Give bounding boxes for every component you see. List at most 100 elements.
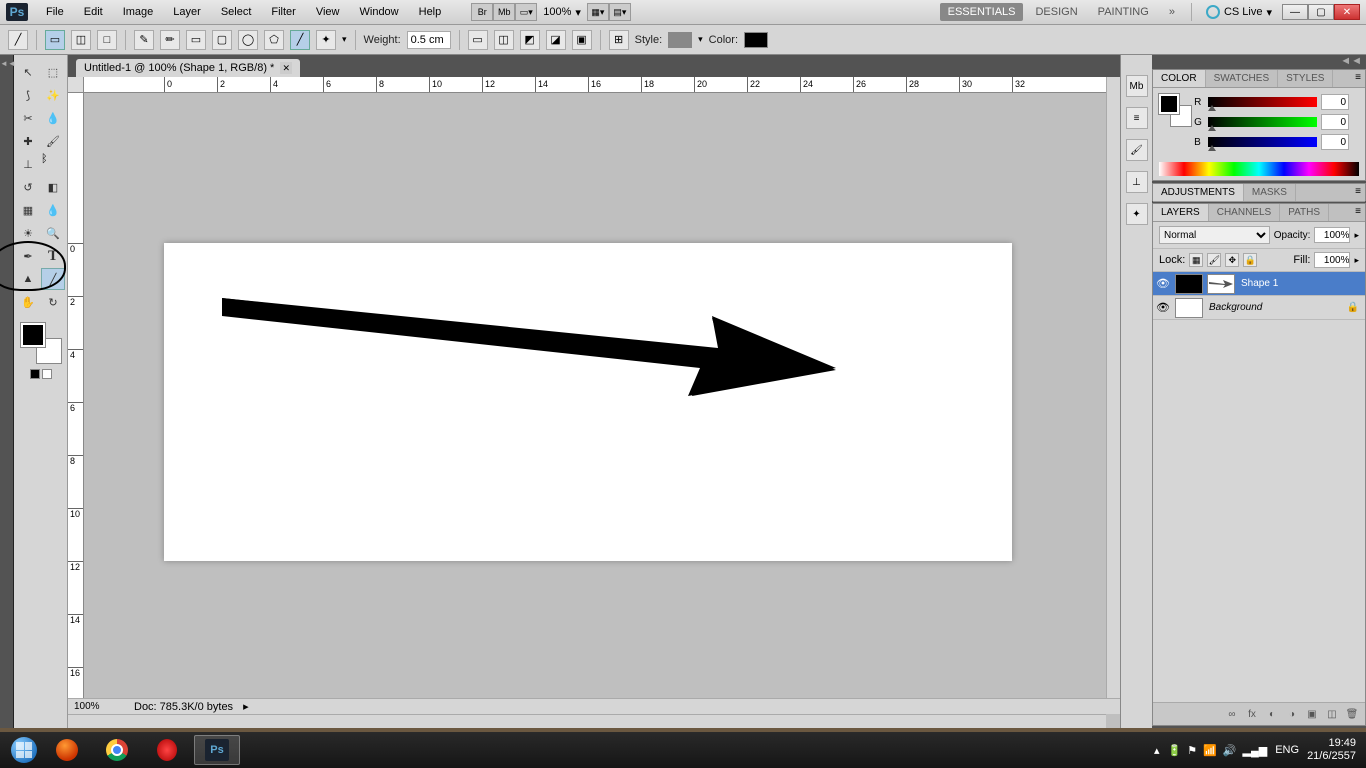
stamp-tool-icon[interactable]: ⊥ [16,153,40,175]
tab-adjustments[interactable]: ADJUSTMENTS [1153,184,1244,201]
color-spectrum[interactable] [1159,162,1359,176]
history-brush-tool-icon[interactable]: ↺ [16,176,40,198]
custom-shape-icon[interactable]: ✦ [316,30,336,50]
menu-help[interactable]: Help [409,2,452,22]
freeform-pen-icon[interactable]: ✏ [160,30,180,50]
workspace-design[interactable]: DESIGN [1027,3,1085,21]
taskbar-chrome-icon[interactable] [94,735,140,765]
g-slider[interactable] [1208,117,1317,127]
rounded-rect-icon[interactable]: ▢ [212,30,232,50]
polygon-shape-icon[interactable]: ⬠ [264,30,284,50]
brush-tool-icon[interactable]: 🖌 [41,130,65,152]
view-extras-icon[interactable]: ▤▾ [609,3,631,21]
blur-tool-icon[interactable]: 💧 [41,199,65,221]
layer-visibility-icon[interactable]: 👁 [1153,277,1173,290]
layer-mask-icon[interactable]: ◐ [1263,706,1281,722]
eyedropper-tool-icon[interactable]: 💧 [41,107,65,129]
adjustment-layer-icon[interactable]: ◑ [1283,706,1301,722]
zoom-level[interactable]: 100% ▾ [537,6,587,19]
path-select-tool-icon[interactable]: ▲ [16,268,40,290]
vertical-scrollbar[interactable] [1106,77,1120,714]
align-edges-icon[interactable]: ⊞ [609,30,629,50]
adjustments-panel-menu-icon[interactable]: ≡ [1351,184,1365,201]
combine-subtract-icon[interactable]: ◩ [520,30,540,50]
start-button[interactable] [6,735,42,765]
color-panel-menu-icon[interactable]: ≡ [1351,70,1365,87]
quick-mask-icons[interactable] [30,369,52,379]
line-tool-icon[interactable]: ╱ [41,268,65,290]
workspace-more[interactable]: » [1161,3,1183,21]
brush-panel-icon[interactable]: 🖌 [1126,139,1148,161]
workspace-essentials[interactable]: ESSENTIALS [940,3,1024,21]
foreground-background-colors[interactable] [21,323,61,363]
taskbar-firefox-icon[interactable] [44,735,90,765]
color-swatch[interactable] [744,32,768,48]
tab-paths[interactable]: PATHS [1280,204,1329,221]
new-layer-icon[interactable]: ◫ [1323,706,1341,722]
tab-styles[interactable]: STYLES [1278,70,1333,87]
link-layers-icon[interactable]: ∞ [1223,706,1241,722]
tab-layers[interactable]: LAYERS [1153,204,1209,221]
healing-tool-icon[interactable]: ✚ [16,130,40,152]
layer-thumb[interactable] [1175,298,1203,318]
weight-input[interactable] [407,31,451,49]
window-minimize-button[interactable]: — [1282,4,1308,20]
lock-transparency-icon[interactable]: ▦ [1189,253,1203,267]
document-tab[interactable]: Untitled-1 @ 100% (Shape 1, RGB/8) * ✕ [76,59,300,77]
opacity-input[interactable] [1314,227,1350,243]
layer-group-icon[interactable]: ▣ [1303,706,1321,722]
zoom-tool-icon[interactable]: 🔍 [41,222,65,244]
combine-new-icon[interactable]: ▭ [468,30,488,50]
lock-all-icon[interactable]: 🔒 [1243,253,1257,267]
signal-icon[interactable]: ▂▄▆ [1243,744,1268,757]
flag-icon[interactable]: ⚑ [1187,744,1197,757]
rectangle-shape-icon[interactable]: ▭ [186,30,206,50]
canvas-viewport[interactable] [84,93,1106,698]
clone-panel-icon[interactable]: ⊥ [1126,171,1148,193]
taskbar-opera-icon[interactable] [144,735,190,765]
foreground-color-swatch[interactable] [21,323,45,347]
b-input[interactable] [1321,134,1349,150]
window-maximize-button[interactable]: ▢ [1308,4,1334,20]
layer-mask-thumb[interactable] [1207,274,1235,294]
fill-pixels-icon[interactable]: □ [97,30,117,50]
lasso-tool-icon[interactable]: ⟆ [16,84,40,106]
menu-image[interactable]: Image [113,2,164,22]
layer-row[interactable]: 👁 Background 🔒 [1153,296,1365,320]
paths-mode-icon[interactable]: ◫ [71,30,91,50]
minibridge-panel-icon[interactable]: Mb [1126,75,1148,97]
pen-tool-icon[interactable]: ✎ [134,30,154,50]
fill-input[interactable] [1314,252,1350,268]
tab-swatches[interactable]: SWATCHES [1206,70,1279,87]
color-panel-swatches[interactable] [1159,94,1191,126]
delete-layer-icon[interactable]: 🗑 [1343,706,1361,722]
combine-intersect-icon[interactable]: ◪ [546,30,566,50]
combine-add-icon[interactable]: ◫ [494,30,514,50]
line-shape-icon[interactable]: ╱ [290,30,310,50]
type-tool-icon[interactable]: T [41,245,65,267]
menu-file[interactable]: File [36,2,74,22]
arrange-documents-icon[interactable]: ▦▾ [587,3,609,21]
vertical-ruler[interactable]: 0246810121416 [68,93,84,698]
gradient-tool-icon[interactable]: ▦ [16,199,40,221]
panels-collapse-icon[interactable]: ◄◄ [1340,55,1362,69]
b-slider[interactable] [1208,137,1317,147]
r-slider[interactable] [1208,97,1317,107]
layer-name[interactable]: Shape 1 [1237,278,1278,289]
brush-preset-panel-icon[interactable]: ✦ [1126,203,1148,225]
menu-select[interactable]: Select [211,2,262,22]
lock-position-icon[interactable]: ✥ [1225,253,1239,267]
bridge-icon[interactable]: Br [471,3,493,21]
lock-pixels-icon[interactable]: 🖌 [1207,253,1221,267]
menu-view[interactable]: View [306,2,350,22]
tab-masks[interactable]: MASKS [1244,184,1296,201]
menu-layer[interactable]: Layer [163,2,211,22]
network-icon[interactable]: 📶 [1203,744,1217,757]
menu-window[interactable]: Window [350,2,409,22]
menu-edit[interactable]: Edit [74,2,113,22]
cs-live-button[interactable]: CS Live ▾ [1200,5,1278,19]
horizontal-ruler[interactable]: 02468101214161820222426283032 [84,77,1106,93]
left-panel-collapsed[interactable]: ◄◄ [0,55,14,728]
style-swatch[interactable] [668,32,692,48]
hand-tool-icon[interactable]: ✋ [16,291,40,313]
